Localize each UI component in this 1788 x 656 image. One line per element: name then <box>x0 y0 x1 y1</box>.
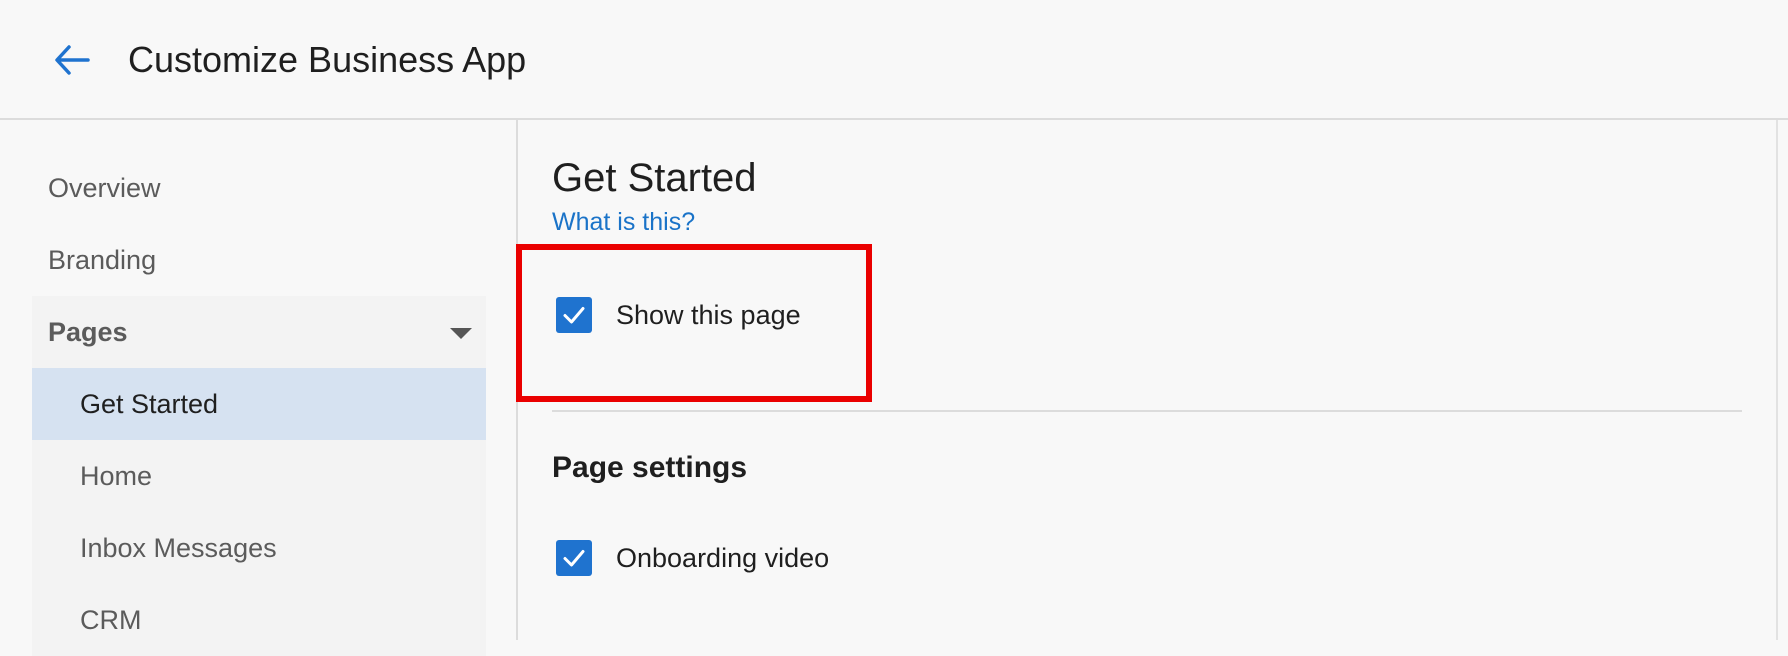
checkbox-checked[interactable] <box>556 540 592 576</box>
sidebar-pages-group: Pages Get Started Home Inbox Messages CR… <box>32 296 486 656</box>
sidebar-item-branding[interactable]: Branding <box>48 242 156 278</box>
sidebar-item-label: CRM <box>80 605 142 635</box>
main-content: Get Started What is this? Show this page… <box>516 120 1778 640</box>
page-settings-heading: Page settings <box>552 451 748 484</box>
section-heading: Get Started <box>552 156 757 200</box>
sidebar-item-inbox-messages[interactable]: Inbox Messages <box>32 512 486 584</box>
sidebar-item-home[interactable]: Home <box>32 440 486 512</box>
sidebar: Overview Branding Pages Get Started Home… <box>0 120 518 656</box>
back-button[interactable] <box>46 34 98 86</box>
show-this-page-label: Show this page <box>616 300 801 330</box>
onboarding-video-checkbox[interactable]: Onboarding video <box>556 538 829 578</box>
checkbox-checked[interactable] <box>556 297 592 333</box>
checkmark-icon <box>563 307 585 324</box>
arrow-left-icon <box>55 45 90 75</box>
show-this-page-checkbox[interactable]: Show this page <box>556 295 801 335</box>
sidebar-pages-label: Pages <box>48 317 128 347</box>
sidebar-item-crm[interactable]: CRM <box>32 584 486 656</box>
page-title: Customize Business App <box>128 39 527 80</box>
caret-down-icon <box>450 328 472 339</box>
sidebar-item-label: Inbox Messages <box>80 533 277 563</box>
sidebar-pages-toggle[interactable]: Pages <box>32 296 486 368</box>
what-is-this-link[interactable]: What is this? <box>552 206 695 238</box>
checkmark-icon <box>563 550 585 567</box>
app-header: Customize Business App <box>0 0 1788 120</box>
sidebar-item-overview[interactable]: Overview <box>48 170 161 206</box>
right-panel-divider <box>1776 120 1778 640</box>
sidebar-item-label: Home <box>80 461 153 491</box>
divider <box>552 410 1742 412</box>
onboarding-video-label: Onboarding video <box>616 543 830 573</box>
sidebar-item-label: Get Started <box>80 389 219 419</box>
sidebar-item-get-started[interactable]: Get Started <box>32 368 486 440</box>
